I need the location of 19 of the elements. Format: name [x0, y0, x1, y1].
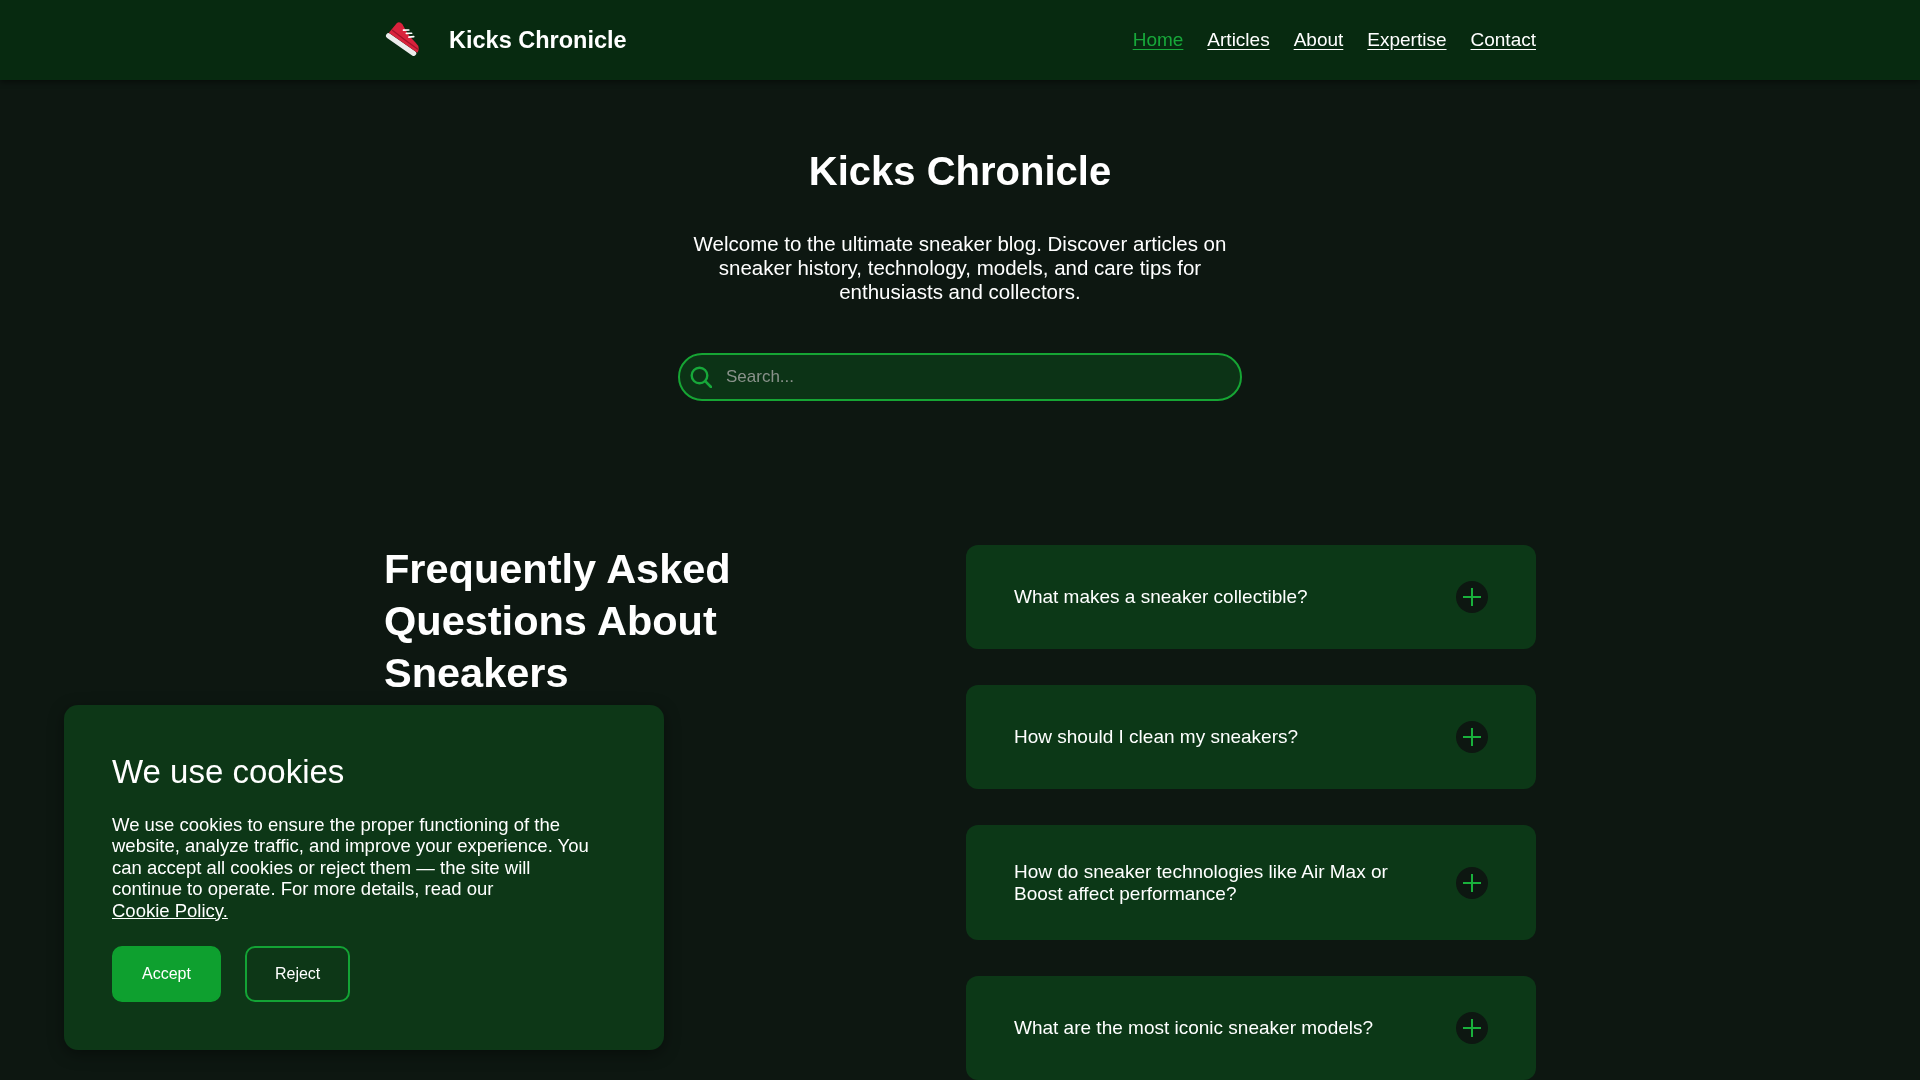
nav-link[interactable]: About — [1293, 29, 1344, 51]
search-icon — [690, 366, 712, 388]
cookie-text: We use cookies to ensure the proper functioning of the website, analyze traffic, and improve your experience. You can accept all cookies or reject them — the site will continue to operate. For more details, read our Cookie Policy. — [112, 813, 590, 921]
cookie-title: We use cookies — [112, 752, 346, 791]
reject-button[interactable]: Reject — [244, 946, 351, 1002]
faq-question[interactable]: What makes a sneaker collectible? — [966, 545, 1536, 649]
nav-link[interactable]: Articles — [1207, 29, 1270, 51]
faq-question[interactable]: How do sneaker technologies like Air Max or Boost affect performance? — [966, 825, 1536, 941]
faq-title: Frequently Asked Questions About Sneakers — [384, 544, 732, 698]
nav-link[interactable]: Expertise — [1367, 29, 1447, 51]
search-field[interactable]: Search... — [678, 353, 1242, 401]
site-title: Kicks Chronicle — [449, 26, 627, 54]
faq-question[interactable]: What are the most iconic sneaker models? — [966, 976, 1536, 1080]
hero-title: Kicks Chronicle — [808, 148, 1112, 195]
hero-description: Welcome to the ultimate sneaker blog. Discover articles on sneaker history, technology, models, and care tips for enthusiasts and collectors. — [692, 232, 1228, 304]
nav-link[interactable]: Home — [1132, 29, 1184, 51]
cookie-policy-link[interactable]: Cookie Policy. — [112, 899, 228, 921]
nav-link[interactable]: Contact — [1470, 29, 1536, 51]
faq-question[interactable]: How should I clean my sneakers? — [966, 685, 1536, 789]
